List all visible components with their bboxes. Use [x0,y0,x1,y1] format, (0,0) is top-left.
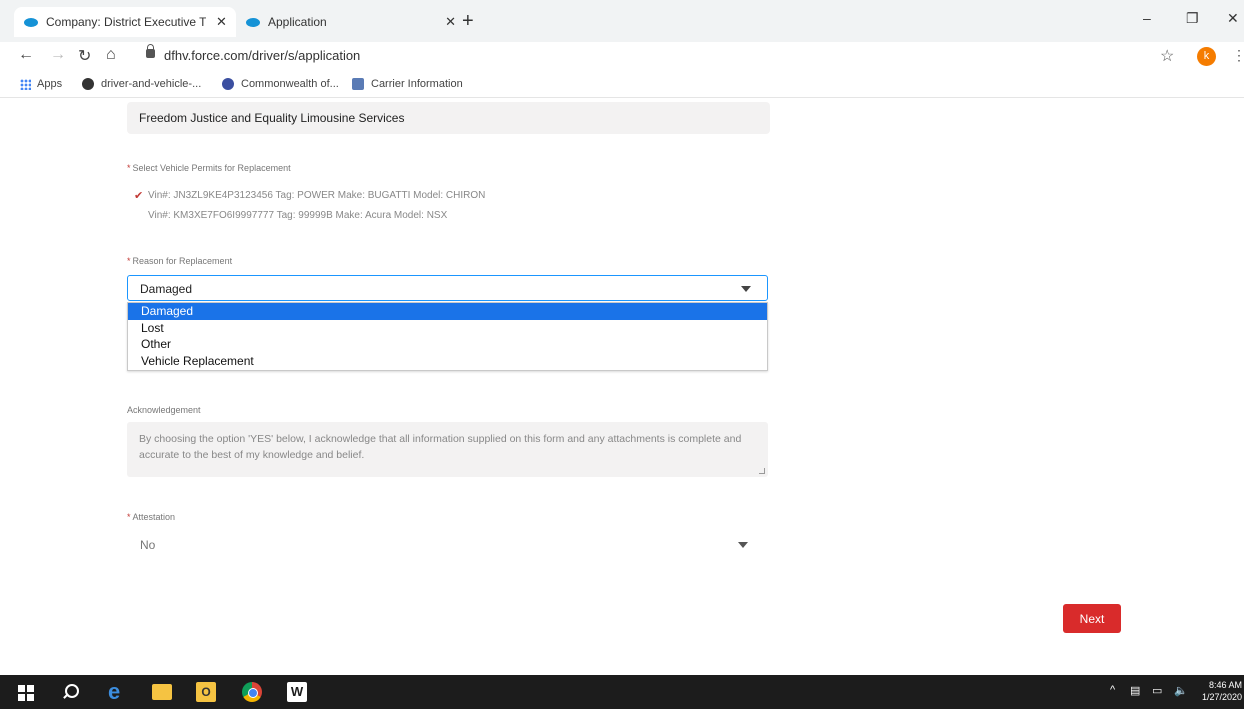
bookmark-label: Commonwealth of... [241,78,339,90]
minimize-icon[interactable]: – [1143,10,1151,26]
reload-icon[interactable]: ↻ [78,46,91,66]
chrome-icon[interactable] [242,682,262,702]
application-form: Freedom Justice and Equality Limousine S… [0,98,1244,675]
salesforce-cloud-icon [246,17,260,27]
display-icon[interactable]: ▭ [1152,684,1162,697]
reason-select[interactable]: Damaged [127,275,768,301]
reason-option-damaged[interactable]: Damaged [128,303,767,320]
address-bar-row: ← → ↻ ⌂ dfhv.force.com/driver/s/applicat… [0,42,1244,72]
outlook-icon[interactable]: O [196,682,216,702]
close-icon[interactable]: ✕ [445,14,456,30]
attestation-label: * Attestation [127,512,176,522]
profile-avatar[interactable]: k [1197,47,1216,66]
bookmark-commonwealth[interactable]: Commonwealth of... [222,78,339,90]
caret-down-icon [741,286,751,292]
bookmark-driver-vehicle[interactable]: driver-and-vehicle-... [82,78,201,90]
permit-option-2[interactable]: Vin#: KM3XE7FO6I9997777 Tag: 99999B Make… [134,210,447,221]
caret-down-icon [738,542,748,548]
bookmark-carrier-info[interactable]: Carrier Information [352,78,463,90]
clock-date: 1/27/2020 [1201,692,1242,702]
bookmark-label: Apps [37,78,63,90]
network-icon[interactable]: ▤ [1130,684,1140,697]
globe-icon [82,78,94,90]
checkmark-icon: ✔ [134,190,144,202]
tab-title: Company: District Executive Tra [46,15,206,29]
window-close-icon[interactable]: ✕ [1227,10,1239,27]
home-icon[interactable]: ⌂ [106,46,116,64]
word-icon[interactable]: W [287,682,307,702]
bookmark-apps[interactable]: Apps [20,78,62,90]
tab-company[interactable]: Company: District Executive Tra ✕ [14,7,236,37]
windows-start-icon[interactable] [16,682,36,702]
new-tab-button[interactable]: + [462,10,474,33]
acknowledgement-label: Acknowledgement [127,405,201,415]
required-asterisk: * [127,163,131,173]
permit-text: Vin#: JN3ZL9KE4P3123456 Tag: POWER Make:… [148,190,486,201]
bookmark-star-icon[interactable]: ☆ [1160,46,1174,66]
reason-option-lost[interactable]: Lost [128,320,767,337]
tray-chevron-icon[interactable]: ^ [1110,684,1115,696]
tab-application[interactable]: Application ✕ [236,7,456,37]
volume-icon[interactable]: 🔈 [1174,684,1188,697]
company-name-field: Freedom Justice and Equality Limousine S… [127,102,770,134]
url-field[interactable]: dfhv.force.com/driver/s/application [164,48,360,63]
forward-arrow-icon[interactable]: → [50,46,66,64]
lock-icon [146,44,155,58]
resize-handle-icon[interactable] [759,468,765,474]
reason-dropdown-list: Damaged Lost Other Vehicle Replacement [127,302,768,371]
restore-icon[interactable]: ❐ [1186,10,1199,27]
reason-option-vehicle-replacement[interactable]: Vehicle Replacement [128,353,767,370]
system-clock[interactable]: 8:46 AM 1/27/2020 [1196,679,1242,703]
menu-kebab-icon[interactable]: ⋮ [1232,47,1244,64]
close-icon[interactable]: ✕ [216,14,227,30]
bookmark-label: driver-and-vehicle-... [101,78,202,90]
attestation-value: No [140,538,156,552]
search-icon[interactable] [62,682,82,702]
apps-grid-icon [20,78,31,90]
acknowledgement-textarea: By choosing the option 'YES' below, I ac… [127,422,768,477]
permit-option-1[interactable]: ✔ Vin#: JN3ZL9KE4P3123456 Tag: POWER Mak… [134,189,485,202]
browser-tab-strip: Company: District Executive Tra ✕ Applic… [0,0,1244,42]
required-asterisk: * [127,512,131,522]
required-asterisk: * [127,256,131,266]
reason-selected-value: Damaged [140,282,193,296]
bookmarks-bar: Apps driver-and-vehicle-... Commonwealth… [0,72,1244,98]
tab-title: Application [268,15,327,29]
person-icon [352,78,364,90]
back-arrow-icon[interactable]: ← [18,46,34,64]
acknowledgement-text: By choosing the option 'YES' below, I ac… [139,433,742,461]
reason-option-other[interactable]: Other [128,336,767,353]
permits-label: * Select Vehicle Permits for Replacement [127,163,291,173]
next-button[interactable]: Next [1063,604,1121,633]
file-explorer-icon[interactable] [152,684,172,700]
seal-icon [222,78,234,90]
reason-label: * Reason for Replacement [127,256,233,266]
bookmark-label: Carrier Information [371,78,463,90]
windows-taskbar: e O W ^ ▤ ▭ 🔈 8:46 AM 1/27/2020 [0,675,1244,709]
attestation-select[interactable]: No [127,533,768,557]
salesforce-cloud-icon [24,17,38,27]
edge-browser-icon[interactable]: e [108,681,128,703]
clock-time: 8:46 AM [1208,680,1242,690]
permit-text: Vin#: KM3XE7FO6I9997777 Tag: 99999B Make… [148,210,448,221]
